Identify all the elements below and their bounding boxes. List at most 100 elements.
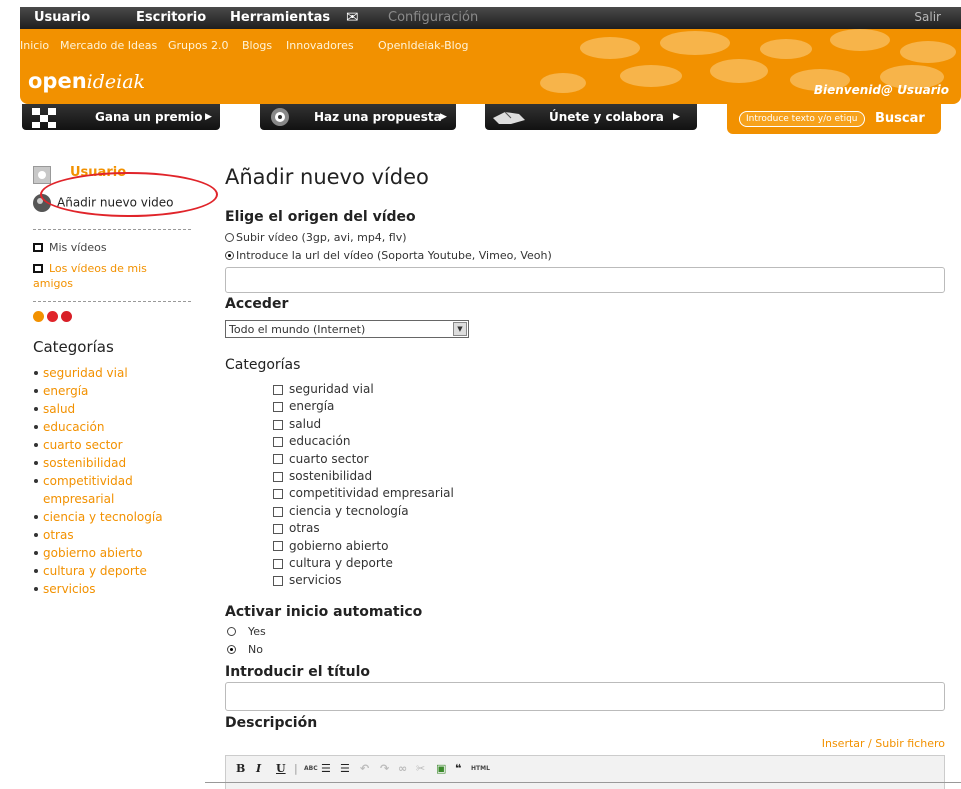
category-checkbox[interactable]: cuarto sector xyxy=(273,451,454,468)
autoplay-no-option[interactable]: No xyxy=(227,643,263,656)
sidebar-category[interactable]: ciencia y tecnología xyxy=(33,508,203,526)
checkbox[interactable] xyxy=(273,541,283,552)
promo-haz-una-propuesta[interactable]: Haz una propuesta ▶ xyxy=(260,104,456,130)
promo-gana-un-premio[interactable]: Gana un premio ▶ xyxy=(22,104,220,130)
checkbox[interactable] xyxy=(273,506,283,517)
subnav-mercado-de-ideas[interactable]: Mercado de Ideas xyxy=(60,39,157,52)
category-checkbox[interactable]: cultura y deporte xyxy=(273,555,454,572)
search-button[interactable]: Buscar xyxy=(875,111,925,126)
underline-button[interactable]: U xyxy=(276,762,286,775)
description-editor[interactable]: B I U | ABC ☰ ☰ ↶ ↷ ∞ ✂ ▣ ❝ HTML xyxy=(225,755,945,789)
category-checkbox[interactable]: ciencia y tecnología xyxy=(273,503,454,520)
subnav-grupos[interactable]: Grupos 2.0 xyxy=(168,39,228,52)
openideiak-logo[interactable]: openideiak xyxy=(28,69,145,93)
category-checkbox[interactable]: sostenibilidad xyxy=(273,468,454,485)
sidebar-category[interactable]: seguridad vial xyxy=(33,364,203,382)
checkbox[interactable] xyxy=(273,436,283,447)
access-selected-value: Todo el mundo (Internet) xyxy=(229,323,366,336)
quote-icon[interactable]: ❝ xyxy=(455,762,461,775)
menu-configuracion[interactable]: Configuración xyxy=(388,10,478,25)
video-url-input[interactable] xyxy=(225,267,945,293)
sidebar-category[interactable]: energía xyxy=(33,382,203,400)
categories-heading: Categorías xyxy=(225,357,301,373)
autoplay-yes-option[interactable]: Yes xyxy=(227,625,266,638)
logout-link[interactable]: Salir xyxy=(914,10,941,24)
category-checkbox[interactable]: energía xyxy=(273,398,454,415)
checkbox[interactable] xyxy=(273,402,283,413)
target-icon xyxy=(271,108,289,126)
category-checkbox[interactable]: salud xyxy=(273,416,454,433)
promo-unete-y-colabora[interactable]: Únete y colabora ▶ xyxy=(485,104,697,130)
category-checkbox[interactable]: educación xyxy=(273,433,454,450)
subnav-innovadores[interactable]: Innovadores xyxy=(286,39,354,52)
sidebar-category[interactable]: otras xyxy=(33,526,203,544)
heart-icon[interactable] xyxy=(47,311,58,322)
strikethrough-button[interactable]: ABC xyxy=(304,765,318,772)
sidebar-category[interactable]: competitividad empresarial xyxy=(33,472,203,508)
category-checkbox[interactable]: competitividad empresarial xyxy=(273,485,454,502)
search-input[interactable] xyxy=(739,111,865,127)
checkbox[interactable] xyxy=(273,558,283,569)
menu-escritorio[interactable]: Escritorio xyxy=(136,10,206,25)
menu-herramientas[interactable]: Herramientas xyxy=(230,10,330,25)
up-arrow-icon[interactable] xyxy=(33,311,44,322)
reaction-icons xyxy=(33,311,75,325)
checkbox[interactable] xyxy=(273,523,283,534)
subnav-openideiak-blog[interactable]: OpenIdeiak-Blog xyxy=(378,39,468,52)
title-heading: Introducir el título xyxy=(225,664,370,680)
radio-button[interactable] xyxy=(227,627,236,636)
sidebar-category[interactable]: cultura y deporte xyxy=(33,562,203,580)
sidebar-category[interactable]: cuarto sector xyxy=(33,436,203,454)
subnav-inicio[interactable]: Inicio xyxy=(20,39,49,52)
category-checkbox[interactable]: seguridad vial xyxy=(273,381,454,398)
link-icon[interactable]: ∞ xyxy=(398,762,407,775)
origin-heading: Elige el origen del vídeo xyxy=(225,209,416,225)
header-banner: Inicio Mercado de Ideas Grupos 2.0 Blogs… xyxy=(20,29,961,104)
chevron-down-icon[interactable]: ▼ xyxy=(453,322,467,336)
category-label: otras xyxy=(289,521,320,536)
numbered-list-icon[interactable]: ☰ xyxy=(340,762,350,775)
bullet-list-icon[interactable]: ☰ xyxy=(321,762,331,775)
video-title-input[interactable] xyxy=(225,682,945,711)
avatar[interactable] xyxy=(33,166,51,184)
subnav-blogs[interactable]: Blogs xyxy=(242,39,272,52)
origin-upload-option[interactable]: Subir vídeo (3gp, avi, mp4, flv) xyxy=(225,231,407,244)
italic-button[interactable]: I xyxy=(256,762,261,775)
access-select[interactable]: Todo el mundo (Internet) ▼ xyxy=(225,320,469,338)
envelope-icon[interactable]: ✉ xyxy=(346,8,359,26)
friends-videos-link[interactable]: Los vídeos de mis amigos xyxy=(33,261,183,291)
checkbox[interactable] xyxy=(273,576,283,587)
category-checkbox[interactable]: otras xyxy=(273,520,454,537)
checkbox[interactable] xyxy=(273,471,283,482)
radio-button[interactable] xyxy=(225,233,234,242)
sidebar-category[interactable]: sostenibilidad xyxy=(33,454,203,472)
checkbox[interactable] xyxy=(273,489,283,500)
image-icon[interactable]: ▣ xyxy=(436,762,446,775)
radio-button-selected[interactable] xyxy=(227,645,236,654)
checkbox[interactable] xyxy=(273,384,283,395)
unlink-icon[interactable]: ✂ xyxy=(416,762,425,775)
origin-url-option[interactable]: Introduce la url del vídeo (Soporta Yout… xyxy=(225,249,552,262)
my-videos-link[interactable]: Mis vídeos xyxy=(33,241,107,254)
upload-file-link[interactable]: Insertar / Subir fichero xyxy=(822,737,945,750)
welcome-user[interactable]: Usuario xyxy=(897,83,949,97)
category-label: salud xyxy=(289,416,322,431)
redo-icon[interactable]: ↷ xyxy=(380,762,389,775)
checkbox[interactable] xyxy=(273,454,283,465)
bold-button[interactable]: B xyxy=(236,762,245,775)
category-checkbox[interactable]: gobierno abierto xyxy=(273,538,454,555)
sidebar-category[interactable]: educación xyxy=(33,418,203,436)
html-button[interactable]: HTML xyxy=(471,765,490,772)
my-videos-label: Mis vídeos xyxy=(49,241,107,254)
undo-icon[interactable]: ↶ xyxy=(360,762,369,775)
menu-usuario[interactable]: Usuario xyxy=(34,10,90,25)
sub-navigation: Inicio Mercado de Ideas Grupos 2.0 Blogs… xyxy=(20,39,961,53)
category-checkbox[interactable]: servicios xyxy=(273,572,454,589)
block-icon[interactable] xyxy=(61,311,72,322)
sidebar-category[interactable]: salud xyxy=(33,400,203,418)
checkbox[interactable] xyxy=(273,419,283,430)
sidebar-category[interactable]: gobierno abierto xyxy=(33,544,203,562)
sidebar-category[interactable]: servicios xyxy=(33,580,203,598)
radio-button-selected[interactable] xyxy=(225,251,234,260)
chevron-right-icon: ▶ xyxy=(440,112,447,122)
